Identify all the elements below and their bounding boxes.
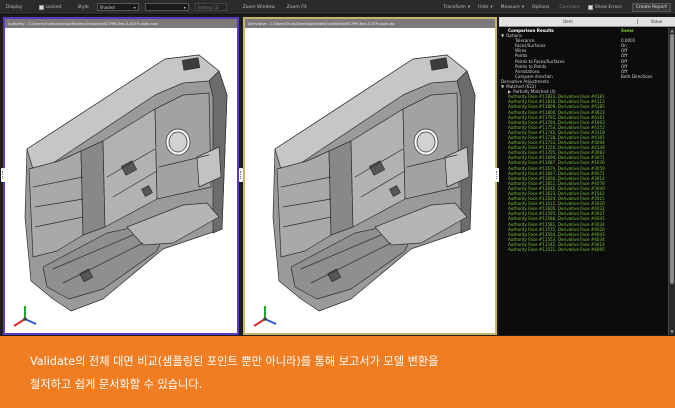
create-report-button[interactable]: Create Report [631, 2, 671, 12]
transform-menu[interactable]: Transform ▾ [443, 5, 470, 10]
style-label: Style [77, 4, 89, 10]
left-panel-resize-handle[interactable] [1, 168, 5, 182]
validate-app-window: Display Locked Style Shaded ▾ ▾ Setting … [0, 0, 675, 408]
chevron-down-icon: ▾ [521, 4, 524, 10]
show-errors-label: Show Errors [594, 4, 622, 10]
style-control: Style Shaded ▾ [77, 3, 139, 11]
caption-line-1: Validate의 전체 대면 비교(샘플링된 포인트 뿐만 아니라)를 통해 … [30, 355, 439, 368]
style-select[interactable]: Shaded ▾ [96, 3, 139, 11]
coordinate-triad-icon [253, 306, 277, 327]
authority-viewport-title: Authority - C:\Users\Trudy\Desktop\Model… [5, 19, 237, 28]
derivative-part-model [272, 54, 476, 312]
coordinate-triad-icon [13, 306, 37, 327]
options-button[interactable]: Options [532, 5, 549, 10]
compare-button[interactable]: Compare [559, 5, 579, 10]
chevron-down-icon: ▾ [183, 4, 186, 10]
main-toolbar: Display Locked Style Shaded ▾ ▾ Setting … [0, 0, 675, 15]
secondary-select[interactable]: ▾ [144, 3, 189, 11]
derivative-viewport-title: Derivative - C:\Users\Trudy\Desktop\Mode… [245, 19, 495, 28]
compare-label: Compare [559, 4, 580, 10]
setting-field[interactable]: Setting 1D [194, 3, 227, 11]
chevron-down-icon: ▾ [467, 4, 471, 10]
show-errors-toggle[interactable]: Show Errors [587, 4, 622, 10]
hide-label: Hide [478, 4, 489, 10]
caption-banner: Validate의 전체 대면 비교(샘플링된 포인트 뿐만 아니라)를 통해 … [0, 336, 675, 408]
row-item-label: Authority Face #11531, Derivative Face #… [499, 247, 621, 252]
matched-face-row[interactable]: Authority Face #11531, Derivative Face #… [499, 247, 667, 252]
results-tree: Comparison Results Same ▼ Options Tolerance 0… [499, 28, 667, 252]
row-value [621, 247, 667, 252]
comparison-results-panel: Item Value Comparison Results Same ▼ Option… [499, 17, 675, 335]
locked-label: Locked [45, 4, 62, 10]
caption-line-2: 철저하고 쉽게 문서화할 수 있습니다. [30, 378, 203, 391]
derivative-viewport[interactable]: Derivative - C:\Users\Trudy\Desktop\Mode… [243, 17, 497, 335]
show-errors-checkbox[interactable] [587, 4, 593, 10]
measure-menu[interactable]: Measure ▾ [501, 5, 524, 10]
measure-label: Measure [500, 4, 520, 10]
locked-checkbox[interactable] [38, 4, 44, 10]
options-label: Options [532, 4, 550, 10]
authority-viewport[interactable]: Authority - C:\Users\Trudy\Desktop\Model… [3, 17, 239, 335]
scroll-thumb[interactable] [670, 34, 674, 284]
zoom-fit-label: Zoom Fit [286, 4, 307, 10]
column-header-value[interactable]: Value [637, 19, 675, 24]
display-label: Display [6, 4, 23, 10]
chevron-down-icon: ▾ [490, 4, 493, 10]
column-header-item[interactable]: Item [499, 19, 637, 24]
transform-label: Transform [443, 4, 466, 10]
hide-menu[interactable]: Hide ▾ [478, 5, 493, 10]
style-select-value: Shaded [99, 4, 115, 10]
scroll-down-icon[interactable]: ▼ [669, 329, 675, 335]
zoom-window-label: Zoom Window [242, 4, 275, 10]
create-report-label: Create Report [635, 4, 667, 10]
authority-part-model [24, 54, 228, 312]
results-scrollbar[interactable]: ▲ ▼ [668, 28, 675, 335]
zoom-window-button[interactable]: Zoom Window [243, 5, 275, 10]
secondary-select-control: ▾ [144, 3, 189, 11]
chevron-down-icon: ▾ [133, 4, 136, 10]
setting-field-box[interactable]: Setting 1D [194, 3, 227, 11]
row-item-text: Authority Face #11531, Derivative Face #… [508, 247, 605, 253]
results-table-header: Item Value [499, 17, 675, 27]
locked-toggle[interactable]: Locked [38, 4, 62, 10]
display-menu[interactable]: Display [6, 5, 23, 10]
zoom-fit-button[interactable]: Zoom Fit [287, 5, 307, 10]
